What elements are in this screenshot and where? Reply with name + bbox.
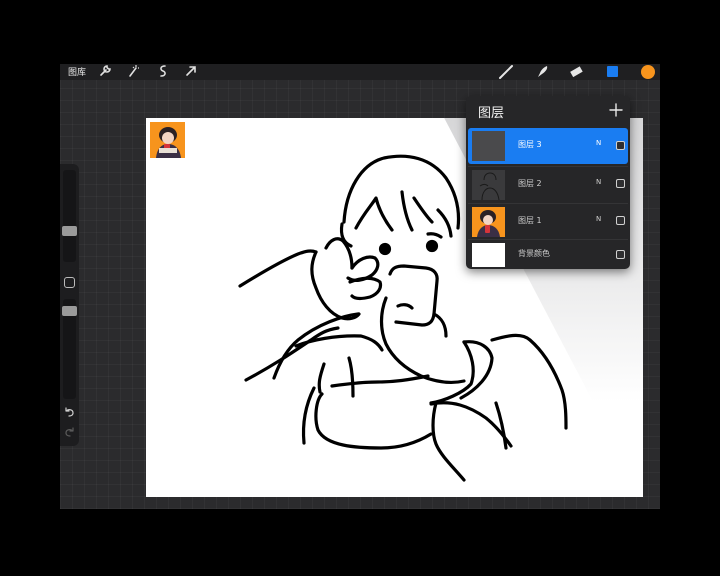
modify-button[interactable] (64, 277, 75, 288)
layer-thumbnail (472, 131, 505, 161)
layer-row-background[interactable]: 背景颜色 (468, 239, 628, 269)
blend-mode[interactable]: N (596, 215, 601, 223)
layer-row-1[interactable]: 图层 1 N (468, 203, 628, 239)
brush-icon[interactable] (498, 64, 514, 80)
smudge-icon[interactable] (534, 64, 550, 80)
brush-size-handle[interactable] (62, 226, 77, 236)
top-toolbar: 图库 (60, 64, 660, 80)
visibility-checkbox[interactable] (616, 250, 625, 259)
undo-icon[interactable] (63, 406, 76, 419)
blend-mode[interactable]: N (596, 178, 601, 186)
visibility-checkbox[interactable] (616, 216, 625, 225)
procreate-screen: 图库 图层 图层 3 N 图层 2 N 图层 1 N 背景颜色 (60, 64, 660, 509)
layer-thumbnail (472, 207, 505, 237)
layer-thumbnail (472, 170, 505, 200)
wrench-icon[interactable] (98, 64, 112, 78)
visibility-checkbox[interactable] (616, 179, 625, 188)
layer-name: 图层 2 (518, 179, 542, 188)
blend-mode[interactable]: N (596, 139, 601, 147)
layer-name: 背景颜色 (518, 249, 550, 258)
brush-size-slider[interactable] (63, 170, 76, 262)
magic-wand-icon[interactable] (126, 64, 140, 78)
add-layer-button[interactable] (608, 102, 624, 118)
panel-title: 图层 (478, 106, 505, 121)
layer-row-3[interactable]: 图层 3 N (468, 128, 628, 164)
layers-panel: 图层 图层 3 N 图层 2 N 图层 1 N 背景颜色 (466, 96, 630, 269)
eraser-icon[interactable] (568, 64, 584, 80)
background-color-swatch[interactable] (472, 243, 505, 267)
sidebar-panel (60, 164, 79, 446)
gallery-button[interactable]: 图库 (68, 65, 86, 78)
layer-name: 图层 1 (518, 216, 542, 225)
transform-arrow-icon[interactable] (184, 64, 198, 78)
opacity-handle[interactable] (62, 306, 77, 316)
visibility-checkbox[interactable] (616, 141, 625, 150)
layer-name: 图层 3 (518, 140, 542, 149)
selection-icon[interactable] (156, 64, 170, 78)
layer-row-2[interactable]: 图层 2 N (468, 166, 628, 202)
layers-icon[interactable] (604, 64, 620, 80)
redo-icon[interactable] (63, 426, 76, 439)
color-swatch[interactable] (640, 64, 656, 80)
